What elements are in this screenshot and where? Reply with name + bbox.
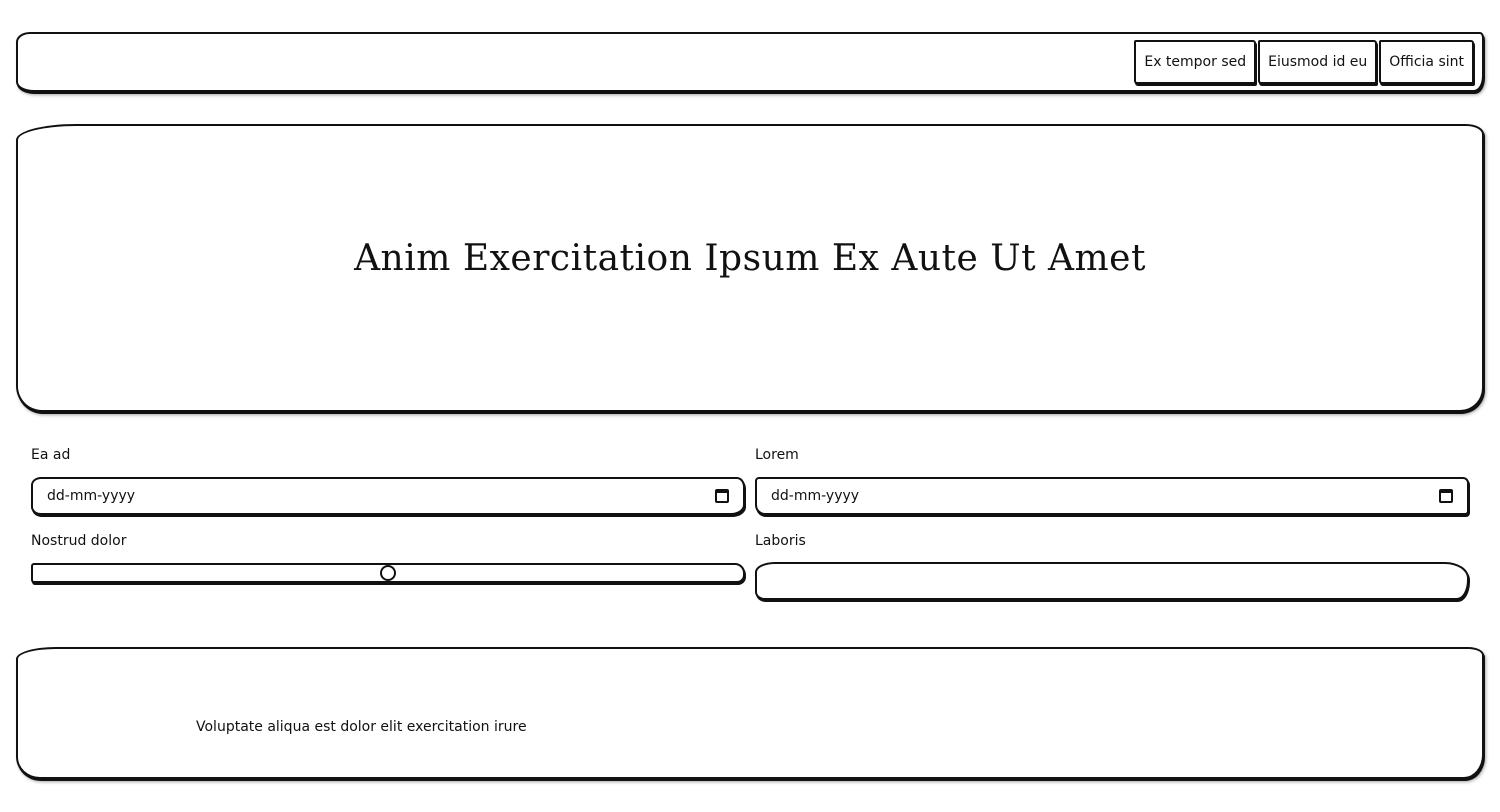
footer-section: Voluptate aliqua est dolor elit exercita…: [16, 647, 1484, 779]
range-slider[interactable]: [31, 563, 745, 583]
calendar-icon[interactable]: [1439, 489, 1453, 503]
nav-button-officia-sint[interactable]: Officia sint: [1379, 40, 1474, 84]
date-right-label: Lorem: [755, 447, 799, 463]
date-left-placeholder: dd-mm-yyyy: [47, 488, 136, 504]
laboris-text-input[interactable]: [755, 562, 1469, 600]
date-left-input[interactable]: dd-mm-yyyy: [31, 477, 745, 515]
hero-section: Anim Exercitation Ipsum Ex Aute Ut Amet: [16, 124, 1484, 412]
footer-text: Voluptate aliqua est dolor elit exercita…: [196, 719, 527, 735]
date-right-placeholder: dd-mm-yyyy: [771, 488, 860, 504]
range-slider-thumb[interactable]: [380, 565, 396, 581]
date-left-label: Ea ad: [31, 447, 71, 463]
date-right-input[interactable]: dd-mm-yyyy: [755, 477, 1469, 515]
range-label: Nostrud dolor: [31, 533, 127, 549]
nav-button-ex-tempor-sed[interactable]: Ex tempor sed: [1134, 40, 1257, 84]
hero-title: Anim Exercitation Ipsum Ex Aute Ut Amet: [354, 237, 1146, 279]
calendar-icon[interactable]: [715, 489, 729, 503]
top-nav: Ex tempor sed Eiusmod id eu Officia sint: [1134, 40, 1474, 84]
text-input-label: Laboris: [755, 533, 806, 549]
nav-button-eiusmod-id-eu[interactable]: Eiusmod id eu: [1258, 40, 1378, 84]
